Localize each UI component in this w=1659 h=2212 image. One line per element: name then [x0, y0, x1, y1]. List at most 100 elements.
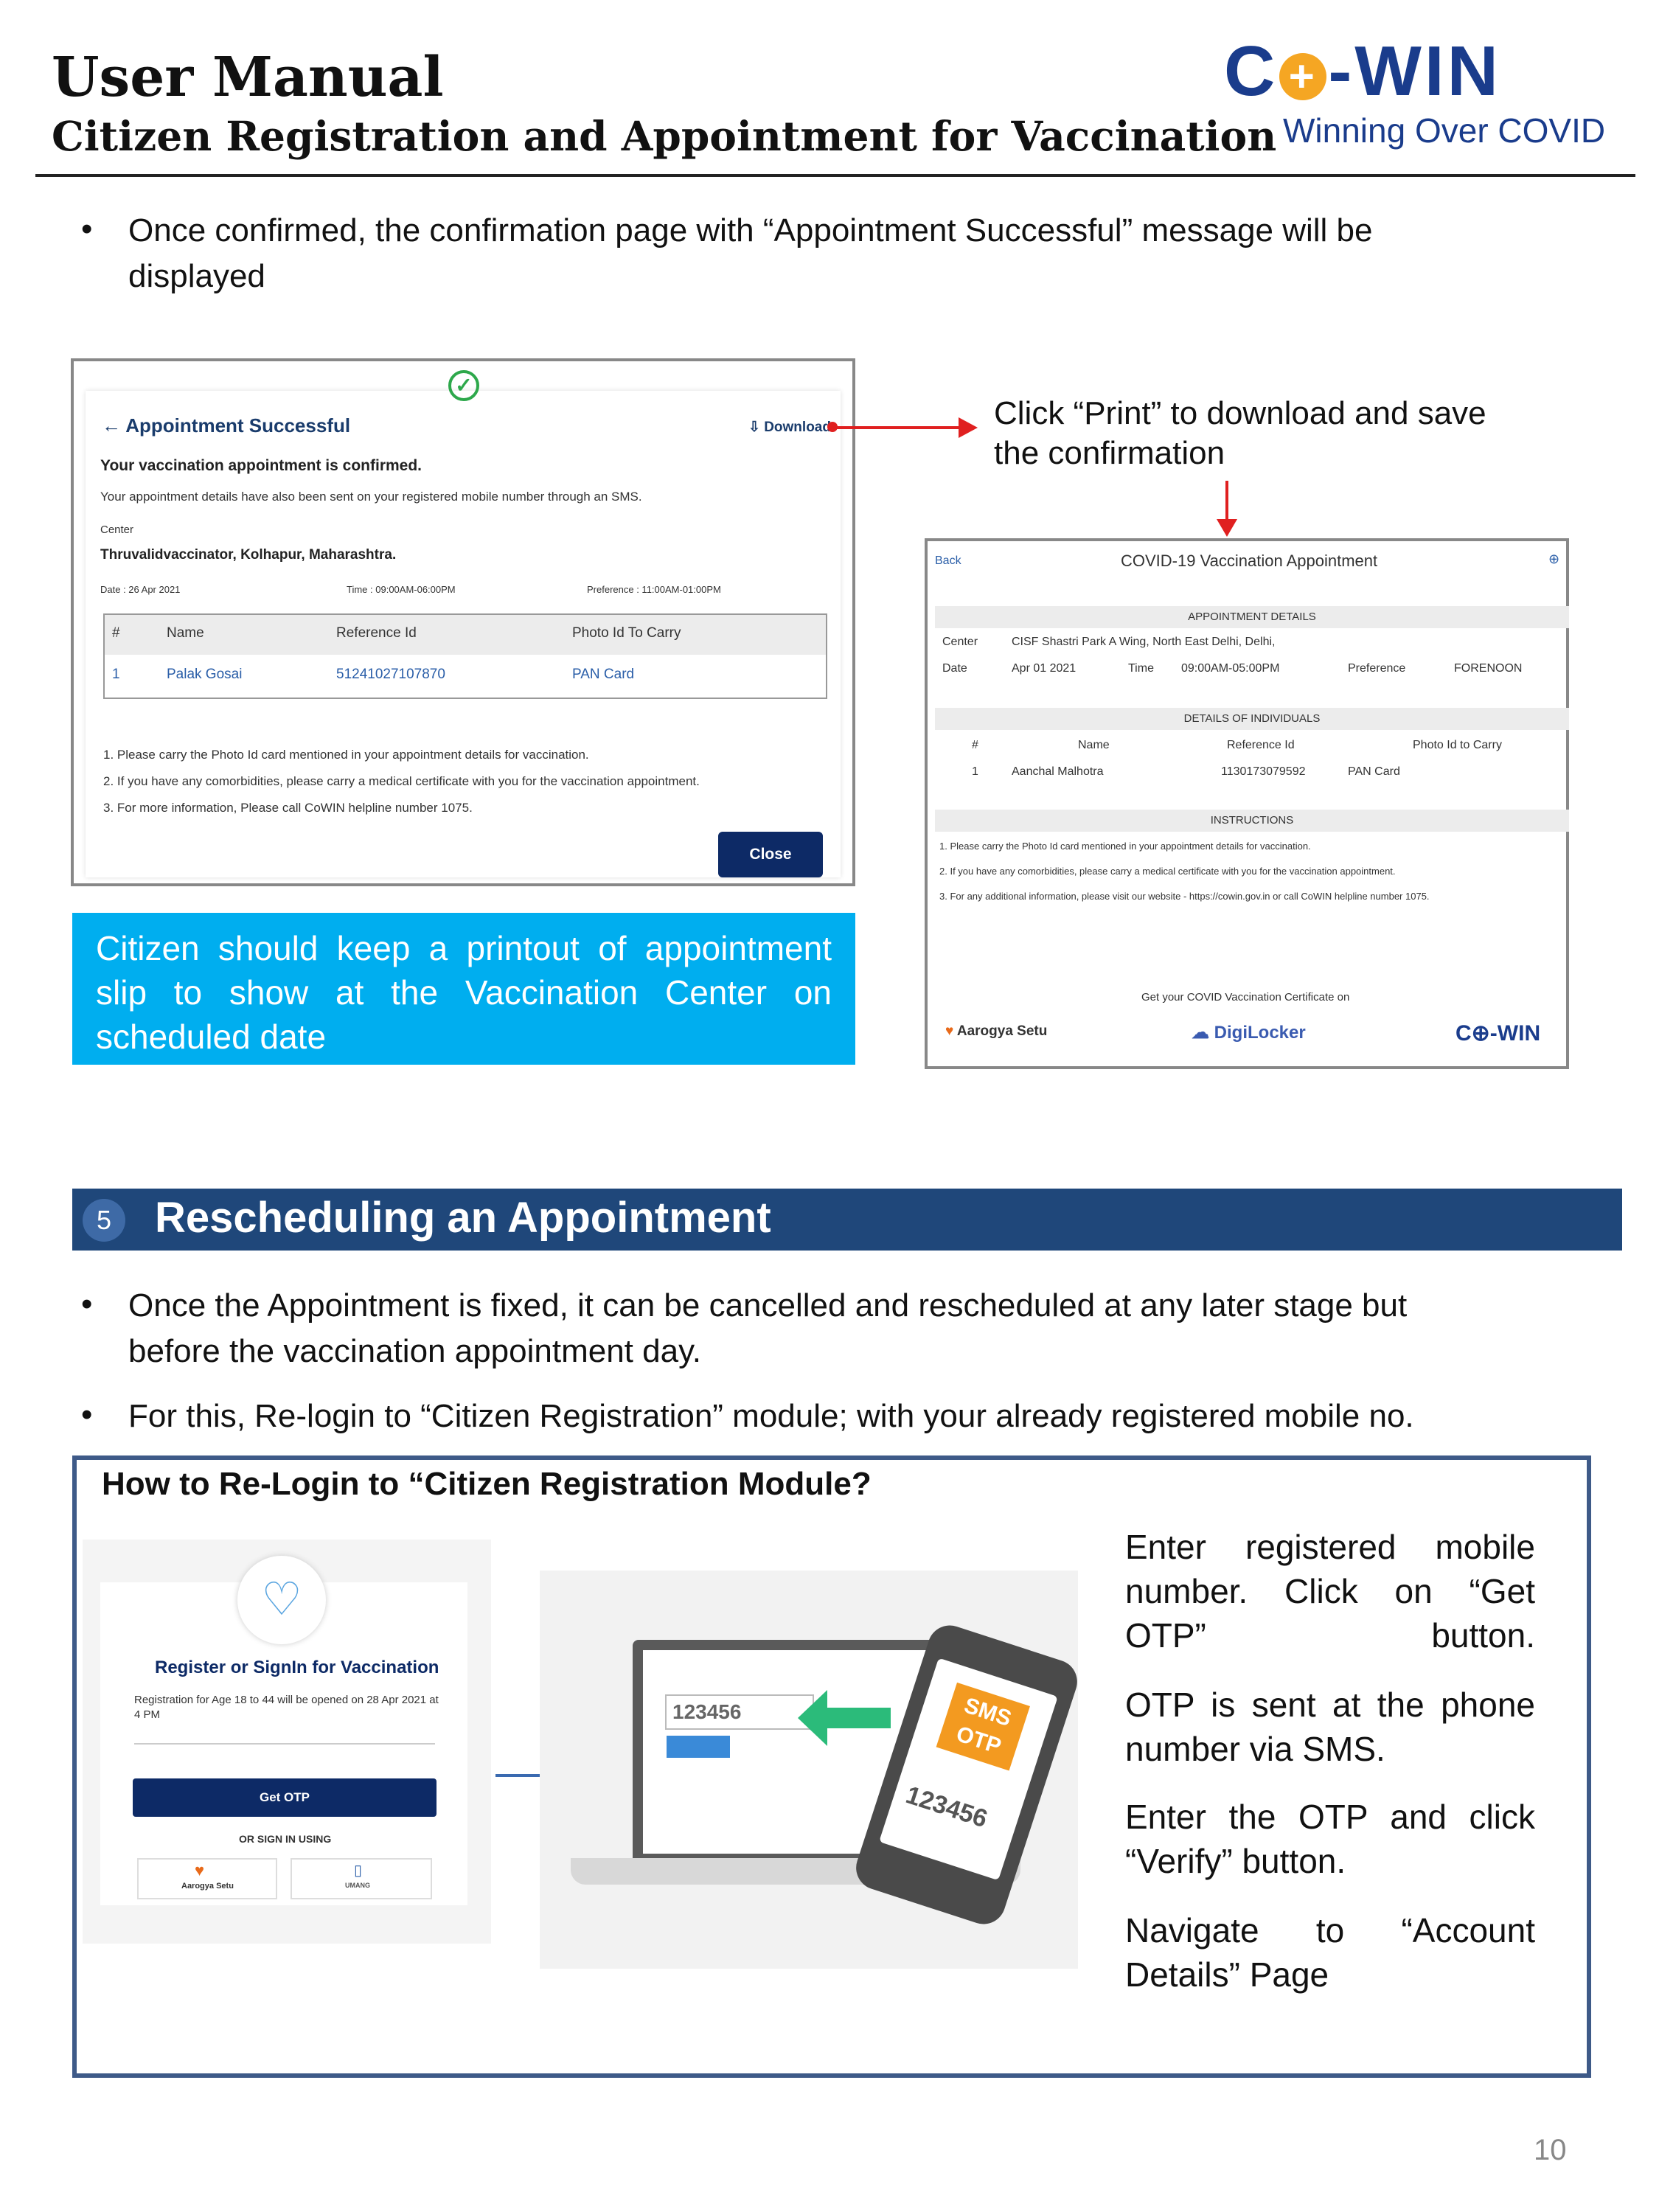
individuals-cell: PAN Card	[1348, 765, 1400, 778]
time-value: Time : 09:00AM-06:00PM	[347, 584, 456, 595]
page-number: 10	[1534, 2134, 1567, 2166]
date-value: Date : 26 Apr 2021	[100, 584, 181, 595]
individuals-col: #	[972, 739, 978, 751]
print-title: COVID-19 Vaccination Appointment	[1121, 552, 1378, 570]
annotation-line: the confirmation	[994, 435, 1225, 471]
aarogya-label: Aarogya Setu	[956, 1023, 1048, 1039]
bullet-line: For this, Re-login to “Citizen Registrat…	[128, 1398, 1414, 1434]
logo-tagline: Winning Over COVID	[1283, 111, 1606, 150]
back-link[interactable]: Back	[935, 554, 961, 568]
get-otp-button[interactable]: Get OTP	[133, 1778, 437, 1817]
bullet-line: displayed	[128, 258, 265, 294]
heart-pulse-icon: ♡	[237, 1556, 326, 1644]
sms-sent-text: Your appointment details have also been …	[100, 490, 642, 504]
callout-line: Citizen should keep a printout of appoin…	[96, 929, 832, 967]
bullet-icon: •	[81, 1286, 93, 1322]
individuals-col: Name	[1078, 739, 1110, 751]
section-number: 5	[83, 1199, 125, 1242]
printout-callout: Citizen should keep a printout of appoin…	[72, 913, 855, 1065]
date-label: Date	[942, 662, 967, 675]
heart-icon: ♥	[195, 1861, 205, 1879]
phone-otp-code: 123456	[902, 1781, 991, 1834]
preference-label: Preference	[1348, 662, 1406, 675]
laptop-otp-field: 123456	[665, 1694, 814, 1730]
callout-line: slip to show at the Vaccination Center o…	[96, 973, 832, 1012]
cowin-logo: C + -WIN	[1224, 31, 1501, 112]
success-check-icon: ✓	[448, 370, 479, 401]
individuals-header: DETAILS OF INDIVIDUALS	[935, 708, 1569, 730]
digilocker-label: DigiLocker	[1214, 1023, 1306, 1043]
umang-label: UMANG	[345, 1882, 370, 1889]
section-title: Rescheduling an Appointment	[155, 1194, 771, 1242]
certificate-text: Get your COVID Vaccination Certificate o…	[1141, 991, 1350, 1004]
arrow-head-icon	[1217, 519, 1237, 537]
callout-line: scheduled date	[96, 1018, 327, 1056]
aarogya-setu-button[interactable]: ♥ Aarogya Setu	[137, 1858, 277, 1899]
login-divider	[134, 1743, 435, 1745]
laptop-verify-button	[667, 1736, 730, 1758]
table-header: Name	[167, 625, 204, 641]
center-label: Center	[942, 636, 978, 648]
relogin-step: Enter registered mobile number. Click on…	[1125, 1525, 1535, 1658]
individuals-col: Photo Id to Carry	[1413, 739, 1502, 751]
bullet-line: Once confirmed, the confirmation page wi…	[128, 212, 1373, 248]
close-button[interactable]: Close	[718, 832, 823, 877]
phone-icon: ▯	[354, 1863, 363, 1879]
confirmed-text: Your vaccination appointment is confirme…	[100, 457, 422, 474]
step-text: Navigate to “Account Details” Page	[1125, 1911, 1535, 1994]
or-sign-in-label: OR SIGN IN USING	[239, 1833, 332, 1845]
relogin-step: Enter the OTP and click “Verify” button.	[1125, 1795, 1535, 1883]
logo-right: -WIN	[1328, 32, 1501, 111]
sms-otp-badge: SMS OTP	[936, 1682, 1030, 1771]
note-line: 1. Please carry the Photo Id card mentio…	[103, 748, 589, 762]
login-note: Registration for Age 18 to 44 will be op…	[134, 1694, 439, 1721]
step-text: OTP is sent at the phone number via SMS.	[1125, 1686, 1535, 1768]
step-text: Enter registered mobile number. Click on…	[1125, 1528, 1535, 1655]
table-cell: PAN Card	[572, 667, 635, 682]
digilocker-logo: ☁ DigiLocker	[1192, 1022, 1306, 1043]
instruction-line: 2. If you have any comorbidities, please…	[939, 866, 1396, 877]
table-cell: 1	[112, 667, 120, 682]
note-line: 3. For more information, Please call CoW…	[103, 801, 473, 815]
bullet-text-confirmed: Once confirmed, the confirmation page wi…	[128, 208, 1372, 299]
print-annotation: Click “Print” to download and save the c…	[994, 394, 1486, 473]
time-value: 09:00AM-05:00PM	[1181, 662, 1280, 675]
appointment-successful-heading: ← Appointment Successful	[102, 414, 351, 437]
plus-icon: +	[1279, 52, 1327, 100]
aarogya-setu-logo: ♥ Aarogya Setu	[945, 1023, 1047, 1040]
relogin-title: How to Re-Login to “Citizen Registration…	[102, 1466, 872, 1502]
table-cell: 51241027107870	[336, 667, 445, 682]
instructions-header: INSTRUCTIONS	[935, 810, 1569, 832]
center-label: Center	[100, 524, 134, 536]
date-value: Apr 01 2021	[1012, 662, 1077, 675]
individuals-cell: Aanchal Malhotra	[1012, 765, 1104, 778]
relogin-step: Navigate to “Account Details” Page	[1125, 1908, 1535, 1997]
download-link[interactable]: ⇩ Download	[748, 419, 831, 436]
bullet-icon: •	[81, 211, 93, 247]
bullet-text-relogin: For this, Re-login to “Citizen Registrat…	[128, 1394, 1414, 1439]
download-label: Download	[764, 420, 831, 435]
time-label: Time	[1128, 662, 1154, 675]
step-text: Enter the OTP and click “Verify” button.	[1125, 1798, 1535, 1880]
header-divider	[35, 174, 1635, 177]
center-value: Thruvalidvaccinator, Kolhapur, Maharasht…	[100, 547, 397, 563]
instruction-line: 3. For any additional information, pleas…	[939, 891, 1430, 902]
annotation-line: Click “Print” to download and save	[994, 395, 1486, 431]
table-header: Photo Id To Carry	[572, 625, 681, 641]
print-icon[interactable]: ⊕	[1548, 552, 1559, 567]
table-header: Reference Id	[336, 625, 417, 641]
login-title: Register or SignIn for Vaccination	[155, 1658, 439, 1677]
arrow-head-icon	[959, 417, 978, 438]
bullet-text-reschedule: Once the Appointment is fixed, it can be…	[128, 1283, 1407, 1374]
red-arrow-down	[1225, 481, 1228, 524]
bullet-icon: •	[81, 1397, 93, 1433]
manual-title: User Manual	[52, 46, 444, 109]
relogin-step: OTP is sent at the phone number via SMS.	[1125, 1683, 1535, 1771]
download-icon: ⇩	[748, 420, 765, 435]
green-arrow-shaft	[820, 1708, 891, 1728]
umang-button[interactable]: ▯ UMANG	[291, 1858, 432, 1899]
appointment-details-header: APPOINTMENT DETAILS	[935, 606, 1569, 628]
bullet-line: before the vaccination appointment day.	[128, 1333, 702, 1369]
center-value: CISF Shastri Park A Wing, North East Del…	[1012, 636, 1276, 648]
heart-icon: ♥	[945, 1023, 957, 1039]
